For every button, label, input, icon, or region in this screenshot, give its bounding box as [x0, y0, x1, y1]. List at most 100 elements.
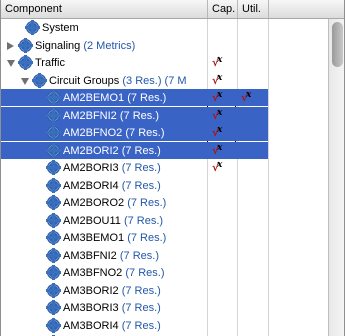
gear-icon: [46, 247, 61, 263]
tree-item-label[interactable]: AM2BORO2 (7 Res.): [63, 194, 166, 212]
tree-item-label[interactable]: AM3BORI3 (7 Res.): [63, 299, 161, 317]
tree-item-label[interactable]: AM3BORI2 (7 Res.): [63, 282, 161, 300]
gear-icon: [18, 55, 33, 70]
component-meta: (7 Res.): [121, 284, 161, 297]
tree-header: Component Cap. Util.: [1, 0, 344, 19]
tree-row[interactable]: AM3BORI2 (7 Res.): [1, 282, 328, 300]
component-meta: (7 Res.): [119, 109, 159, 122]
vertical-scrollbar[interactable]: [328, 19, 344, 336]
component-name: AM2BORI3: [63, 162, 119, 174]
component-name: AM2BORI2: [63, 144, 119, 157]
tree-item-label[interactable]: AM2BORI3 (7 Res.): [63, 159, 161, 177]
column-header-util[interactable]: Util.: [237, 0, 268, 18]
gear-icon: [46, 177, 61, 193]
gear-icon: [46, 282, 61, 298]
column-header-cap[interactable]: Cap.: [207, 0, 237, 18]
tree-item-label[interactable]: AM3BFNI2 (7 Res.): [63, 247, 159, 265]
component-name: AM3BEMO1: [63, 232, 125, 244]
component-name: AM3BORI4: [63, 319, 119, 332]
component-meta: (7 Res.): [127, 92, 167, 104]
tree-row[interactable]: AM3BFNO2 (7 Res.): [1, 264, 328, 282]
disclosure-triangle-icon[interactable]: [7, 60, 15, 67]
gear-icon: [46, 195, 61, 210]
component-meta: (7 Res.): [125, 127, 165, 139]
tree-row[interactable]: AM2BORI4 (7 Res.): [1, 177, 328, 195]
disclosure-triangle-icon[interactable]: [21, 77, 29, 85]
gear-icon: [46, 300, 61, 315]
tree-row[interactable]: AM2BOU11 (7 Res.): [1, 212, 328, 230]
capacity-formula-icon[interactable]: √ x: [212, 73, 225, 87]
tree-row[interactable]: AM2BORI2 (7 Res.) √ x: [1, 141, 328, 160]
tree-item-label[interactable]: AM2BEMO1 (7 Res.): [63, 89, 166, 107]
capacity-formula-icon[interactable]: √ x: [212, 143, 225, 157]
component-name: System: [42, 22, 79, 34]
tree-row[interactable]: AM2BFNI2 (7 Res.) √ x: [1, 106, 328, 125]
capacity-formula-icon[interactable]: √ x: [212, 108, 225, 122]
component-meta: (7 Res.): [123, 214, 164, 227]
gear-icon: [46, 265, 61, 280]
disclosure-triangle-icon[interactable]: [7, 41, 14, 50]
gear-icon: [46, 230, 61, 245]
tree-item-label[interactable]: AM2BORI2 (7 Res.): [63, 142, 161, 160]
column-header-component[interactable]: Component: [1, 0, 207, 18]
tree-item-label[interactable]: System: [42, 19, 79, 37]
component-name: AM3BFNO2: [63, 267, 123, 279]
tree-item-label[interactable]: AM3BFNO2 (7 Res.): [63, 264, 164, 282]
component-name: AM2BORI4: [63, 179, 119, 192]
tree-row[interactable]: Traffic √ x: [1, 54, 328, 72]
component-meta: (3 Res.) (7 M: [122, 74, 187, 87]
capacity-formula-icon[interactable]: √ x: [212, 90, 225, 104]
tree-item-label[interactable]: AM2BORI4 (7 Res.): [63, 177, 161, 195]
component-name: AM2BORO2: [63, 197, 125, 209]
component-meta: (7 Res.): [127, 197, 167, 209]
tree-item-label[interactable]: AM3BORI4 (7 Res.): [63, 317, 161, 335]
tree-item-label[interactable]: Signaling (2 Metrics): [35, 37, 135, 55]
tree-item-label[interactable]: AM2BFNI2 (7 Res.): [63, 107, 159, 125]
component-name: AM2BEMO1: [63, 92, 125, 104]
component-meta: (7 Res.): [127, 232, 167, 244]
tree-row[interactable]: AM3BORI4 (7 Res.): [1, 317, 328, 335]
tree-item-label[interactable]: AM2BFNO2 (7 Res.): [63, 124, 164, 142]
capacity-formula-icon[interactable]: √ x: [212, 55, 225, 69]
component-meta: (2 Metrics): [83, 39, 136, 52]
tree-row[interactable]: AM2BFNO2 (7 Res.) √ x: [1, 124, 328, 142]
utilization-formula-icon[interactable]: √ x: [241, 90, 254, 104]
tree-row[interactable]: AM3BEMO1 (7 Res.): [1, 229, 328, 247]
tree-item-label[interactable]: Circuit Groups (3 Res.) (7 M: [49, 72, 187, 90]
component-meta: (7 Res.): [121, 144, 161, 157]
gear-icon: [46, 160, 61, 175]
gear-icon: [46, 142, 61, 158]
component-name: AM3BORI2: [63, 284, 119, 297]
component-name: AM3BORI3: [63, 302, 119, 314]
component-name: AM2BOU11: [63, 214, 121, 227]
gear-icon: [46, 125, 61, 140]
gear-icon: [25, 20, 40, 35]
gear-icon: [46, 317, 61, 333]
component-name: Signaling: [35, 39, 81, 52]
tree-item-label[interactable]: Traffic: [35, 54, 65, 72]
component-name: Traffic: [35, 57, 65, 69]
tree-row[interactable]: AM2BORO2 (7 Res.): [1, 194, 328, 212]
gear-icon: [46, 212, 61, 228]
tree-row[interactable]: AM2BEMO1 (7 Res.) √ x √ x: [1, 89, 328, 107]
gear-icon: [32, 72, 47, 88]
tree-row[interactable]: AM3BFNI2 (7 Res.): [1, 247, 328, 265]
tree-item-label[interactable]: AM3BEMO1 (7 Res.): [63, 229, 166, 247]
component-meta: (7 Res.): [125, 267, 165, 279]
tree-item-label[interactable]: AM2BOU11 (7 Res.): [63, 212, 163, 230]
tree-row[interactable]: AM3BORI3 (7 Res.): [1, 299, 328, 317]
capacity-formula-icon[interactable]: √ x: [212, 125, 225, 139]
tree-row[interactable]: Circuit Groups (3 Res.) (7 M √ x: [1, 72, 328, 90]
column-header-empty: [268, 0, 326, 18]
tree-row[interactable]: System: [1, 19, 328, 37]
gear-icon: [46, 107, 61, 123]
capacity-formula-icon[interactable]: √ x: [212, 160, 225, 174]
gear-icon: [18, 37, 33, 53]
component-name: Circuit Groups: [49, 74, 120, 87]
tree-body: System Signaling (2 Metrics) Traffic √ x Circ…: [1, 19, 328, 336]
component-meta: (7 Res.): [121, 179, 161, 192]
tree-row[interactable]: Signaling (2 Metrics): [1, 37, 328, 55]
scroll-thumb[interactable]: [332, 22, 343, 67]
component-name: AM3BFNI2: [63, 249, 117, 262]
tree-row[interactable]: AM2BORI3 (7 Res.) √ x: [1, 159, 328, 177]
